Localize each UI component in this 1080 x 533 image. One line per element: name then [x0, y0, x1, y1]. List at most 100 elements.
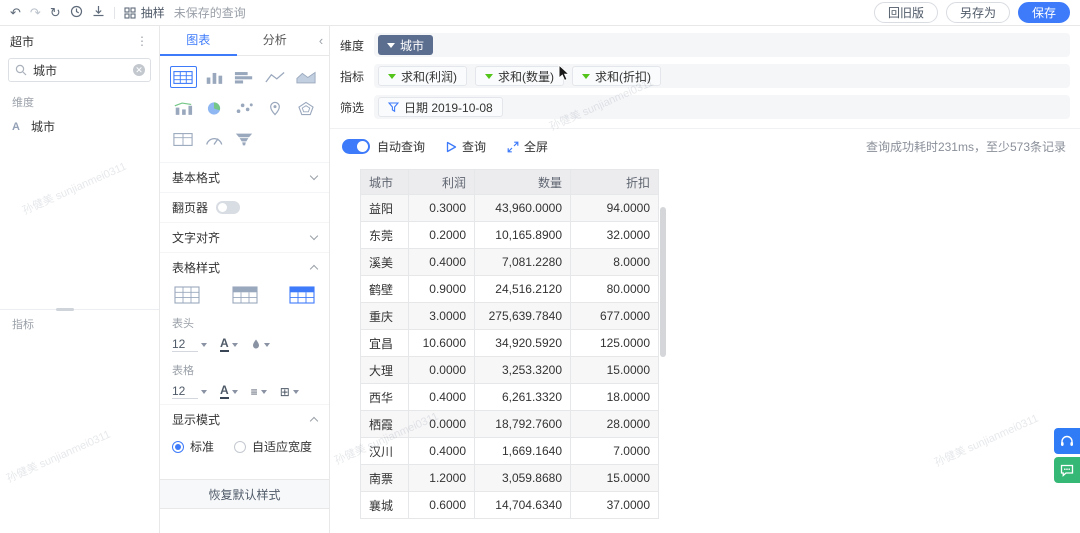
- pill-caret-icon: [388, 74, 396, 79]
- radio-adaptive-mode[interactable]: [234, 441, 246, 453]
- query-bar: 自动查询 查询 全屏 查询成功耗时231ms，至少573条记录: [330, 129, 1080, 161]
- table-row: 汉川0.40001,669.16407.0000: [361, 438, 659, 465]
- dimension-pill-city[interactable]: 城市: [378, 35, 433, 55]
- customer-service-icon[interactable]: [1054, 428, 1080, 454]
- bar-chart-icon[interactable]: [231, 66, 258, 88]
- query-title: 未保存的查询: [174, 4, 246, 21]
- scatter-chart-icon[interactable]: [231, 97, 258, 119]
- standard-mode-label: 标准: [190, 438, 214, 455]
- table-scrollbar[interactable]: [660, 207, 666, 357]
- column-chart-icon[interactable]: [201, 66, 228, 88]
- table-row: 西华0.40006,261.332018.0000: [361, 384, 659, 411]
- cross-table-icon[interactable]: [170, 128, 197, 150]
- sampling-button[interactable]: 抽样: [124, 4, 165, 21]
- sampling-icon: [124, 7, 136, 19]
- query-button[interactable]: 查询: [446, 138, 486, 155]
- tab-chart[interactable]: 图表: [160, 26, 237, 56]
- reset-style-button[interactable]: 恢复默认样式: [160, 479, 329, 509]
- measure-pill-discount[interactable]: 求和(折扣): [572, 66, 661, 86]
- area-chart-icon[interactable]: [292, 66, 319, 88]
- message-icon[interactable]: [1054, 457, 1080, 483]
- value-cell: 24,516.2120: [475, 276, 571, 303]
- result-table-body: 益阳0.300043,960.000094.0000东莞0.200010,165…: [361, 195, 659, 519]
- value-cell: 677.0000: [571, 303, 659, 330]
- header-font-size-select[interactable]: 12: [172, 337, 207, 352]
- pie-chart-icon[interactable]: [201, 97, 228, 119]
- fullscreen-icon: [507, 141, 519, 153]
- measure-pill-profit[interactable]: 求和(利润): [378, 66, 467, 86]
- section-display-mode[interactable]: 显示模式: [160, 404, 329, 434]
- value-cell: 32.0000: [571, 222, 659, 249]
- radio-standard-mode[interactable]: [172, 441, 184, 453]
- radar-chart-icon[interactable]: [292, 97, 319, 119]
- body-font-color-picker[interactable]: A: [220, 384, 238, 399]
- value-cell: 7,081.2280: [475, 249, 571, 276]
- dimension-list-area: [0, 139, 159, 309]
- old-version-button[interactable]: 回旧版: [874, 2, 938, 23]
- pill-caret-icon: [582, 74, 590, 79]
- border-style-select[interactable]: ⊞: [280, 385, 299, 399]
- value-cell: 15.0000: [571, 465, 659, 492]
- table-row: 宜昌10.600034,920.5920125.0000: [361, 330, 659, 357]
- table-chart-icon[interactable]: [170, 66, 197, 88]
- chart-settings-panel: 图表 分析 ‹: [160, 26, 330, 533]
- value-cell: 0.4000: [409, 249, 475, 276]
- redo-icon[interactable]: ↷: [30, 6, 41, 19]
- value-cell: 6,261.3320: [475, 384, 571, 411]
- header-fill-color-picker[interactable]: [251, 339, 270, 350]
- value-cell: 7.0000: [571, 438, 659, 465]
- dimension-dropzone[interactable]: 城市: [374, 33, 1070, 57]
- section-table-style[interactable]: 表格样式: [160, 252, 329, 282]
- sidebar-splitter[interactable]: [0, 309, 159, 310]
- save-as-button[interactable]: 另存为: [946, 2, 1010, 23]
- auto-query-toggle[interactable]: [342, 139, 370, 154]
- undo-icon[interactable]: ↶: [10, 6, 21, 19]
- line-style-select[interactable]: ≡: [251, 385, 267, 399]
- table-style-header-icon[interactable]: [232, 286, 258, 304]
- measure-dropzone[interactable]: 求和(利润) 求和(数量) 求和(折扣): [374, 64, 1070, 88]
- measure-pill-quantity[interactable]: 求和(数量): [475, 66, 564, 86]
- field-search-input[interactable]: [8, 58, 151, 82]
- chart-type-grid: [160, 56, 329, 162]
- funnel-chart-icon[interactable]: [231, 128, 258, 150]
- gauge-chart-icon[interactable]: [201, 128, 228, 150]
- fullscreen-button[interactable]: 全屏: [507, 138, 548, 155]
- tab-analysis[interactable]: 分析: [237, 26, 314, 56]
- clear-search-icon[interactable]: ✕: [133, 64, 145, 76]
- line-chart-icon[interactable]: [262, 66, 289, 88]
- city-cell: 南票: [361, 465, 409, 492]
- value-cell: 80.0000: [571, 276, 659, 303]
- combo-chart-icon[interactable]: [170, 97, 197, 119]
- dataset-menu-icon[interactable]: ⋮: [136, 34, 149, 48]
- body-font-size-select[interactable]: 12: [172, 384, 207, 399]
- city-cell: 鹤壁: [361, 276, 409, 303]
- value-cell: 3.0000: [409, 303, 475, 330]
- filter-pill-date[interactable]: 日期 2019-10-08: [378, 97, 503, 117]
- section-pager[interactable]: 翻页器: [160, 192, 329, 222]
- table-style-blue-icon[interactable]: [289, 286, 315, 304]
- map-chart-icon[interactable]: [262, 97, 289, 119]
- city-cell: 宜昌: [361, 330, 409, 357]
- table-style-plain-icon[interactable]: [174, 286, 200, 304]
- header-font-color-picker[interactable]: A: [220, 337, 238, 352]
- city-cell: 西华: [361, 384, 409, 411]
- city-cell: 重庆: [361, 303, 409, 330]
- field-item-city[interactable]: A 城市: [0, 114, 159, 139]
- pager-toggle[interactable]: [216, 201, 240, 214]
- section-text-align[interactable]: 文字对齐: [160, 222, 329, 252]
- value-cell: 0.0000: [409, 357, 475, 384]
- value-cell: 125.0000: [571, 330, 659, 357]
- value-cell: 14,704.6340: [475, 492, 571, 519]
- collapse-panel-icon[interactable]: ‹: [313, 33, 329, 48]
- section-basic-format[interactable]: 基本格式: [160, 162, 329, 192]
- value-cell: 28.0000: [571, 411, 659, 438]
- city-cell: 襄城: [361, 492, 409, 519]
- reset-icon[interactable]: ↻: [50, 6, 61, 19]
- save-button[interactable]: 保存: [1018, 2, 1070, 23]
- filter-dropzone[interactable]: 日期 2019-10-08: [374, 95, 1070, 119]
- export-icon[interactable]: [92, 5, 105, 20]
- column-header-discount: 折扣: [571, 170, 659, 195]
- table-row: 栖霞0.000018,792.760028.0000: [361, 411, 659, 438]
- history-icon[interactable]: [70, 5, 83, 20]
- query-status-text: 查询成功耗时231ms，至少573条记录: [866, 138, 1066, 155]
